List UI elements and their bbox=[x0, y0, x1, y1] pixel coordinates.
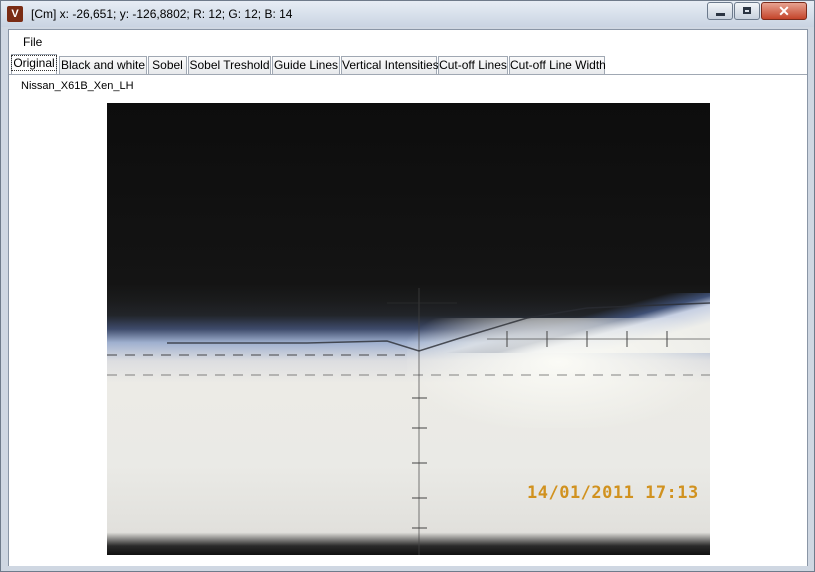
tab-label: Sobel Treshold bbox=[189, 58, 270, 72]
menu-bar: File bbox=[9, 30, 807, 53]
app-icon[interactable]: V bbox=[7, 6, 23, 22]
image-file-name: Nissan_X61B_Xen_LH bbox=[21, 80, 134, 92]
tab-label: Guide Lines bbox=[273, 58, 339, 72]
client-area: File Original Black and white Sobel Sobe… bbox=[8, 29, 808, 566]
menu-file[interactable]: File bbox=[23, 35, 42, 49]
tab-label: Original bbox=[11, 55, 57, 71]
close-icon: ✕ bbox=[778, 3, 790, 19]
tab-label: Black and white bbox=[60, 58, 146, 72]
tab-original[interactable]: Original bbox=[11, 54, 57, 75]
headlamp-beam-image: 14/01/2011 17:13 bbox=[107, 103, 710, 555]
tab-cut-off-lines[interactable]: Cut-off Lines bbox=[438, 56, 508, 75]
window-title: [Cm] x: -26,651; y: -126,8802; R: 12; G:… bbox=[31, 7, 293, 21]
minimize-button[interactable] bbox=[707, 2, 733, 20]
tab-label: Sobel bbox=[152, 58, 183, 72]
tab-vertical-intensities[interactable]: Vertical Intensities bbox=[341, 56, 439, 75]
tab-sobel[interactable]: Sobel bbox=[148, 56, 187, 75]
main-window: V [Cm] x: -26,651; y: -126,8802; R: 12; … bbox=[0, 0, 815, 572]
minimize-icon bbox=[708, 3, 732, 19]
tab-label: Vertical Intensities bbox=[342, 58, 439, 72]
tab-label: Cut-off Line Width bbox=[510, 58, 606, 72]
tab-label: Cut-off Lines bbox=[439, 58, 507, 72]
tab-panel-original: Nissan_X61B_Xen_LH 14/01/2011 17:13 bbox=[9, 74, 807, 566]
close-button[interactable]: ✕ bbox=[761, 2, 807, 20]
image-timestamp: 14/01/2011 17:13 bbox=[527, 483, 699, 503]
tab-guide-lines[interactable]: Guide Lines bbox=[272, 56, 340, 75]
tab-strip: Original Black and white Sobel Sobel Tre… bbox=[9, 54, 807, 75]
maximize-icon bbox=[735, 3, 759, 19]
maximize-button[interactable] bbox=[734, 2, 760, 20]
tab-black-and-white[interactable]: Black and white bbox=[59, 56, 147, 75]
tab-sobel-treshold[interactable]: Sobel Treshold bbox=[188, 56, 271, 75]
tab-cut-off-line-width[interactable]: Cut-off Line Width bbox=[509, 56, 606, 75]
title-bar[interactable]: V [Cm] x: -26,651; y: -126,8802; R: 12; … bbox=[1, 1, 814, 27]
